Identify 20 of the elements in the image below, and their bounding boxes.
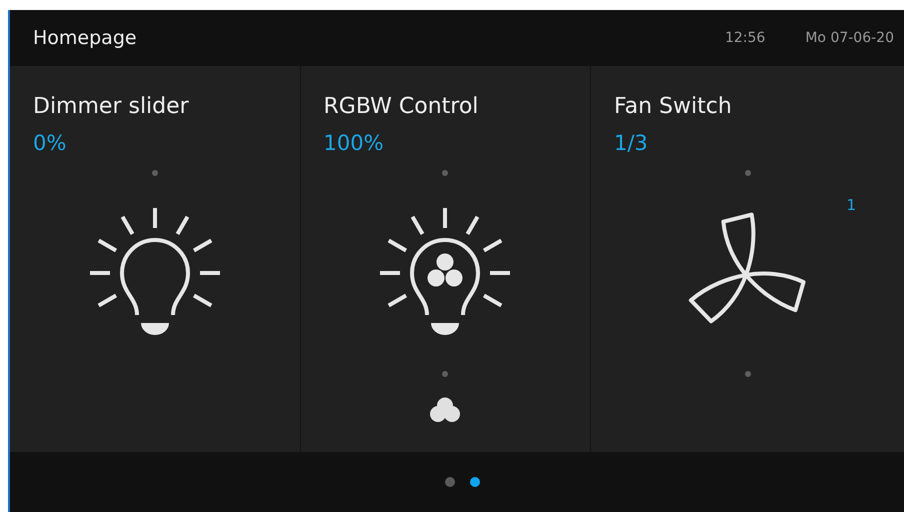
tile-title: RGBW Control	[324, 94, 478, 120]
clock-time: 12:56	[724, 30, 766, 46]
indicator-dot	[442, 371, 448, 377]
page-title: Homepage	[33, 27, 138, 49]
control-tile[interactable]: RGBW Control 100%	[300, 66, 590, 452]
tile-value: 0%	[33, 130, 66, 156]
speed-level: 1	[846, 196, 856, 214]
indicator-dot	[744, 170, 750, 176]
indicator-dot	[152, 170, 158, 176]
page-indicator[interactable]	[470, 477, 480, 487]
tile-value: 100%	[324, 130, 384, 156]
control-tile[interactable]: Fan Switch 1/3 1	[591, 66, 904, 452]
indicator-dot	[442, 170, 448, 176]
color-circles-icon[interactable]	[429, 397, 462, 423]
indicator-dot	[744, 371, 750, 377]
tile-title: Dimmer slider	[33, 94, 189, 120]
tile-value: 1/3	[614, 130, 648, 156]
tile-title: Fan Switch	[614, 94, 732, 120]
control-tile[interactable]: Dimmer slider 0%	[10, 66, 300, 452]
date-text: Mo 07-06-20	[805, 30, 894, 46]
